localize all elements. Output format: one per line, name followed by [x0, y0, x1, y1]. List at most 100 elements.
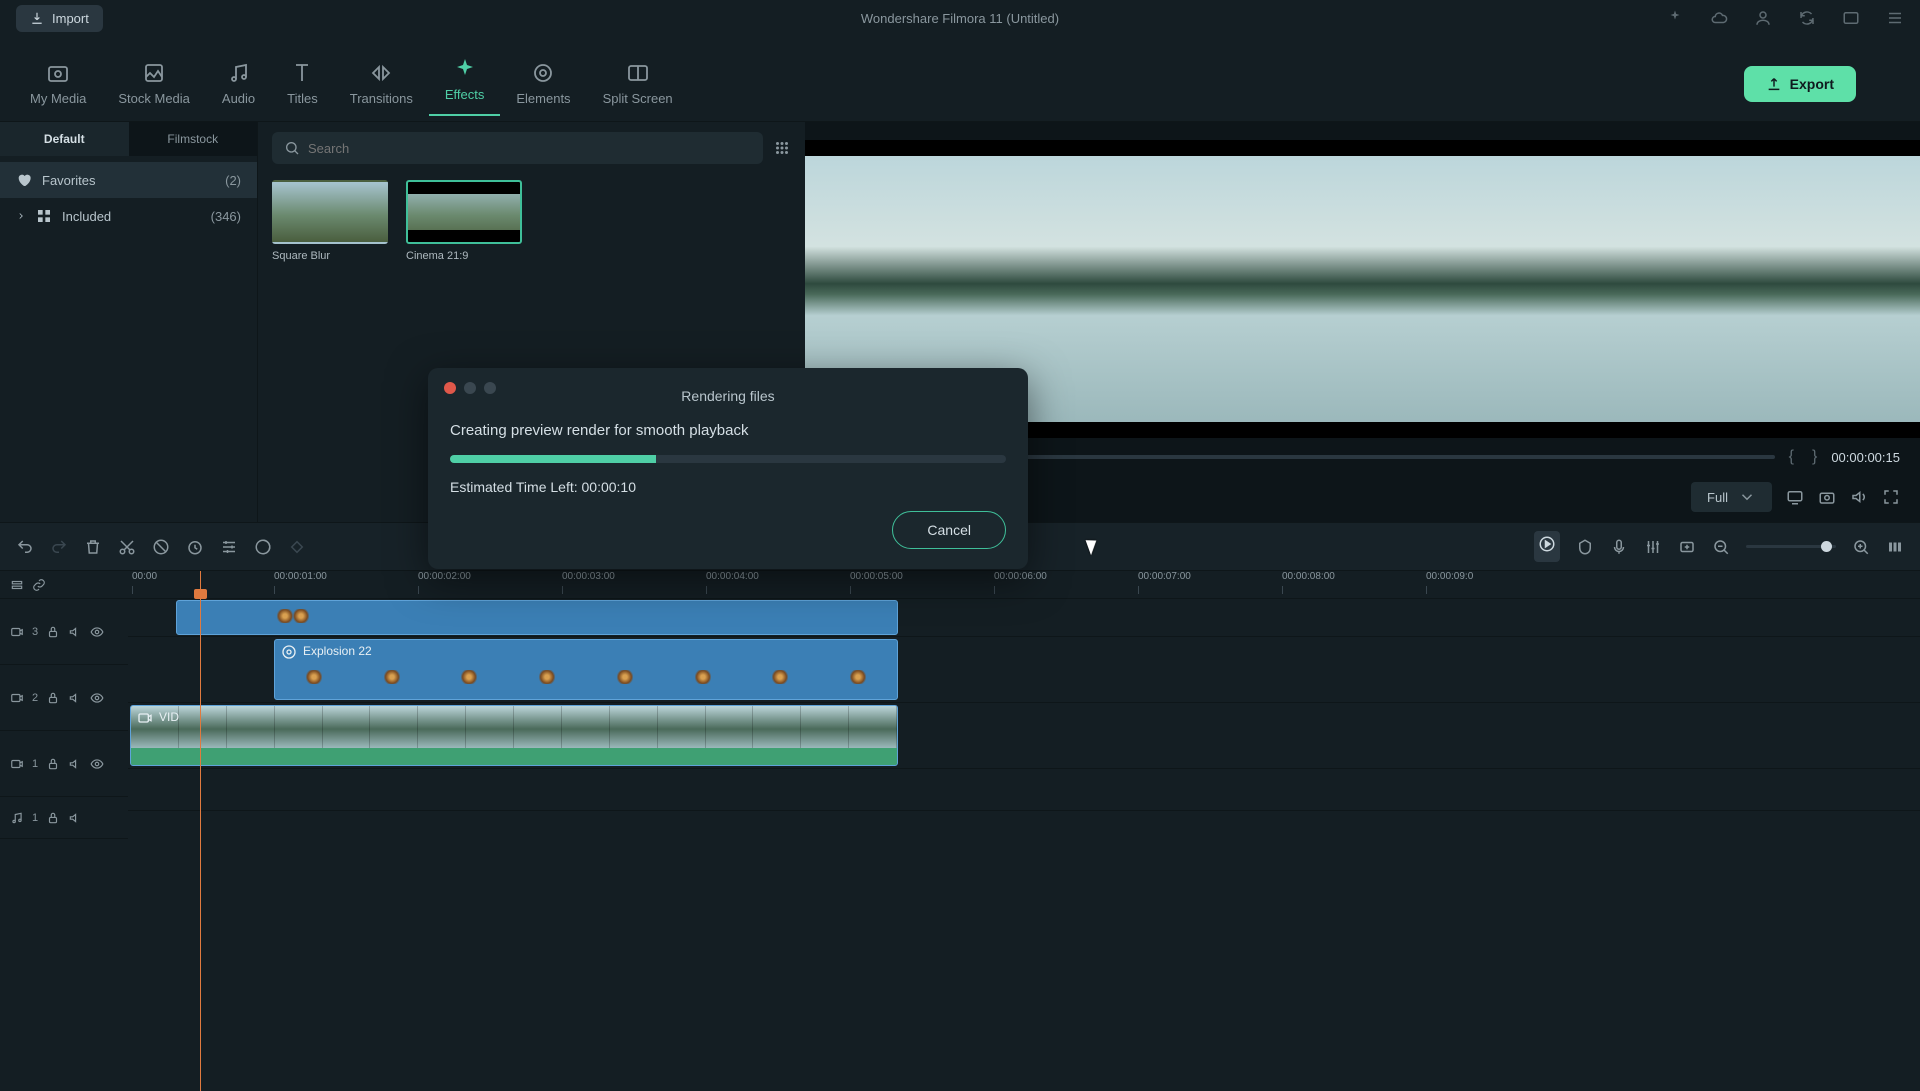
quality-dropdown[interactable]: Full: [1691, 482, 1772, 512]
heart-icon: [16, 172, 32, 188]
effect-spot: [277, 609, 293, 623]
tab-split-screen-label: Split Screen: [603, 91, 673, 106]
titlebar: Import Wondershare Filmora 11 (Untitled): [0, 0, 1920, 36]
import-button[interactable]: Import: [16, 5, 103, 32]
cut-icon[interactable]: [118, 538, 136, 556]
undo-icon[interactable]: [16, 538, 34, 556]
category-favorites-count: (2): [225, 173, 241, 188]
ruler-tick: 00:00: [132, 571, 157, 582]
track-header-2[interactable]: 2: [0, 665, 128, 731]
tab-effects[interactable]: Effects: [429, 51, 501, 116]
video-track-icon: [10, 691, 24, 705]
category-favorites[interactable]: Favorites (2): [0, 162, 257, 198]
export-button[interactable]: Export: [1744, 66, 1856, 102]
category-included[interactable]: Included (346): [0, 198, 257, 234]
mark-in-icon[interactable]: {: [1785, 448, 1798, 466]
lock-icon[interactable]: [46, 757, 60, 771]
search-input[interactable]: [308, 141, 751, 156]
close-window-icon[interactable]: [444, 382, 456, 394]
zoom-out-icon[interactable]: [1712, 538, 1730, 556]
menu-icon[interactable]: [1886, 9, 1904, 27]
time-ruler[interactable]: 00:00 00:00:01:00 00:00:02:00 00:00:03:0…: [128, 571, 1920, 599]
playhead[interactable]: [200, 571, 201, 1091]
message-icon[interactable]: [1842, 9, 1860, 27]
eye-icon[interactable]: [90, 757, 104, 771]
tab-elements[interactable]: Elements: [500, 55, 586, 112]
clip-video-main[interactable]: VID: [130, 705, 898, 766]
effects-sidebar: Default Filmstock Favorites (2) Included…: [0, 122, 258, 522]
tracks-area[interactable]: 00:00 00:00:01:00 00:00:02:00 00:00:03:0…: [128, 571, 1920, 1091]
add-media-icon[interactable]: [1678, 538, 1696, 556]
effect-thumb-square-blur[interactable]: Square Blur: [272, 180, 388, 262]
subtab-filmstock[interactable]: Filmstock: [129, 122, 258, 156]
view-grid-icon[interactable]: [773, 139, 791, 157]
delete-icon[interactable]: [84, 538, 102, 556]
marker-icon[interactable]: [1576, 538, 1594, 556]
cloud-icon[interactable]: [1710, 9, 1728, 27]
snapshot-icon[interactable]: [1818, 488, 1836, 506]
clip-explosion[interactable]: Explosion 22: [274, 639, 898, 700]
audio-icon: [227, 61, 251, 85]
track-number: 3: [32, 626, 38, 638]
timeline: 3 2 1 1 00:00 00:00:01:00: [0, 571, 1920, 1091]
track-row-audio-1[interactable]: [128, 769, 1920, 811]
volume-icon[interactable]: [1850, 488, 1868, 506]
track-header-1[interactable]: 1: [0, 731, 128, 797]
tab-titles[interactable]: Titles: [271, 55, 334, 112]
mute-icon[interactable]: [68, 757, 82, 771]
tab-my-media[interactable]: My Media: [14, 55, 102, 112]
search-icon: [284, 140, 300, 156]
adjust-icon[interactable]: [220, 538, 238, 556]
render-preview-button[interactable]: [1534, 531, 1560, 562]
search-box[interactable]: [272, 132, 763, 164]
ruler-tick: 00:00:08:00: [1282, 571, 1335, 582]
effect-spot: [384, 670, 400, 684]
stock-icon: [142, 61, 166, 85]
keyframe-icon[interactable]: [288, 538, 306, 556]
track-row-1[interactable]: VID: [128, 703, 1920, 769]
crop-icon[interactable]: [152, 538, 170, 556]
lock-icon[interactable]: [46, 811, 60, 825]
zoom-fit-icon[interactable]: [1886, 538, 1904, 556]
eye-icon[interactable]: [90, 625, 104, 639]
effect-thumb-cinema[interactable]: Cinema 21:9: [406, 180, 522, 262]
zoom-in-icon[interactable]: [1852, 538, 1870, 556]
voiceover-icon[interactable]: [1610, 538, 1628, 556]
mixer-icon[interactable]: [1644, 538, 1662, 556]
zoom-slider[interactable]: [1746, 545, 1836, 548]
account-icon[interactable]: [1754, 9, 1772, 27]
lock-icon[interactable]: [46, 691, 60, 705]
effect-spot: [695, 670, 711, 684]
tab-transitions[interactable]: Transitions: [334, 55, 429, 112]
render-icon: [1538, 535, 1556, 553]
mute-icon[interactable]: [68, 811, 82, 825]
track-header-audio-1[interactable]: 1: [0, 797, 128, 839]
track-row-3[interactable]: [128, 599, 1920, 637]
eye-icon[interactable]: [90, 691, 104, 705]
lock-icon[interactable]: [46, 625, 60, 639]
display-icon[interactable]: [1786, 488, 1804, 506]
redo-icon[interactable]: [50, 538, 68, 556]
dialog-title: Rendering files: [450, 386, 1006, 422]
subtab-default[interactable]: Default: [0, 122, 129, 156]
cancel-button[interactable]: Cancel: [892, 511, 1006, 549]
tab-audio[interactable]: Audio: [206, 55, 271, 112]
export-icon: [1766, 76, 1782, 92]
clip-label: Explosion 22: [303, 644, 372, 658]
track-options-icon[interactable]: [10, 578, 24, 592]
tab-split-screen[interactable]: Split Screen: [587, 55, 689, 112]
color-icon[interactable]: [254, 538, 272, 556]
mute-icon[interactable]: [68, 691, 82, 705]
track-row-2[interactable]: Explosion 22: [128, 637, 1920, 703]
tab-stock-media[interactable]: Stock Media: [102, 55, 206, 112]
link-icon[interactable]: [32, 578, 46, 592]
refresh-icon[interactable]: [1798, 9, 1816, 27]
clip-effect-top[interactable]: [176, 600, 898, 635]
track-header-3[interactable]: 3: [0, 599, 128, 665]
sparkle-icon[interactable]: [1666, 9, 1684, 27]
speed-icon[interactable]: [186, 538, 204, 556]
window-controls: [444, 382, 496, 394]
mark-out-icon[interactable]: }: [1808, 448, 1821, 466]
fullscreen-icon[interactable]: [1882, 488, 1900, 506]
mute-icon[interactable]: [68, 625, 82, 639]
